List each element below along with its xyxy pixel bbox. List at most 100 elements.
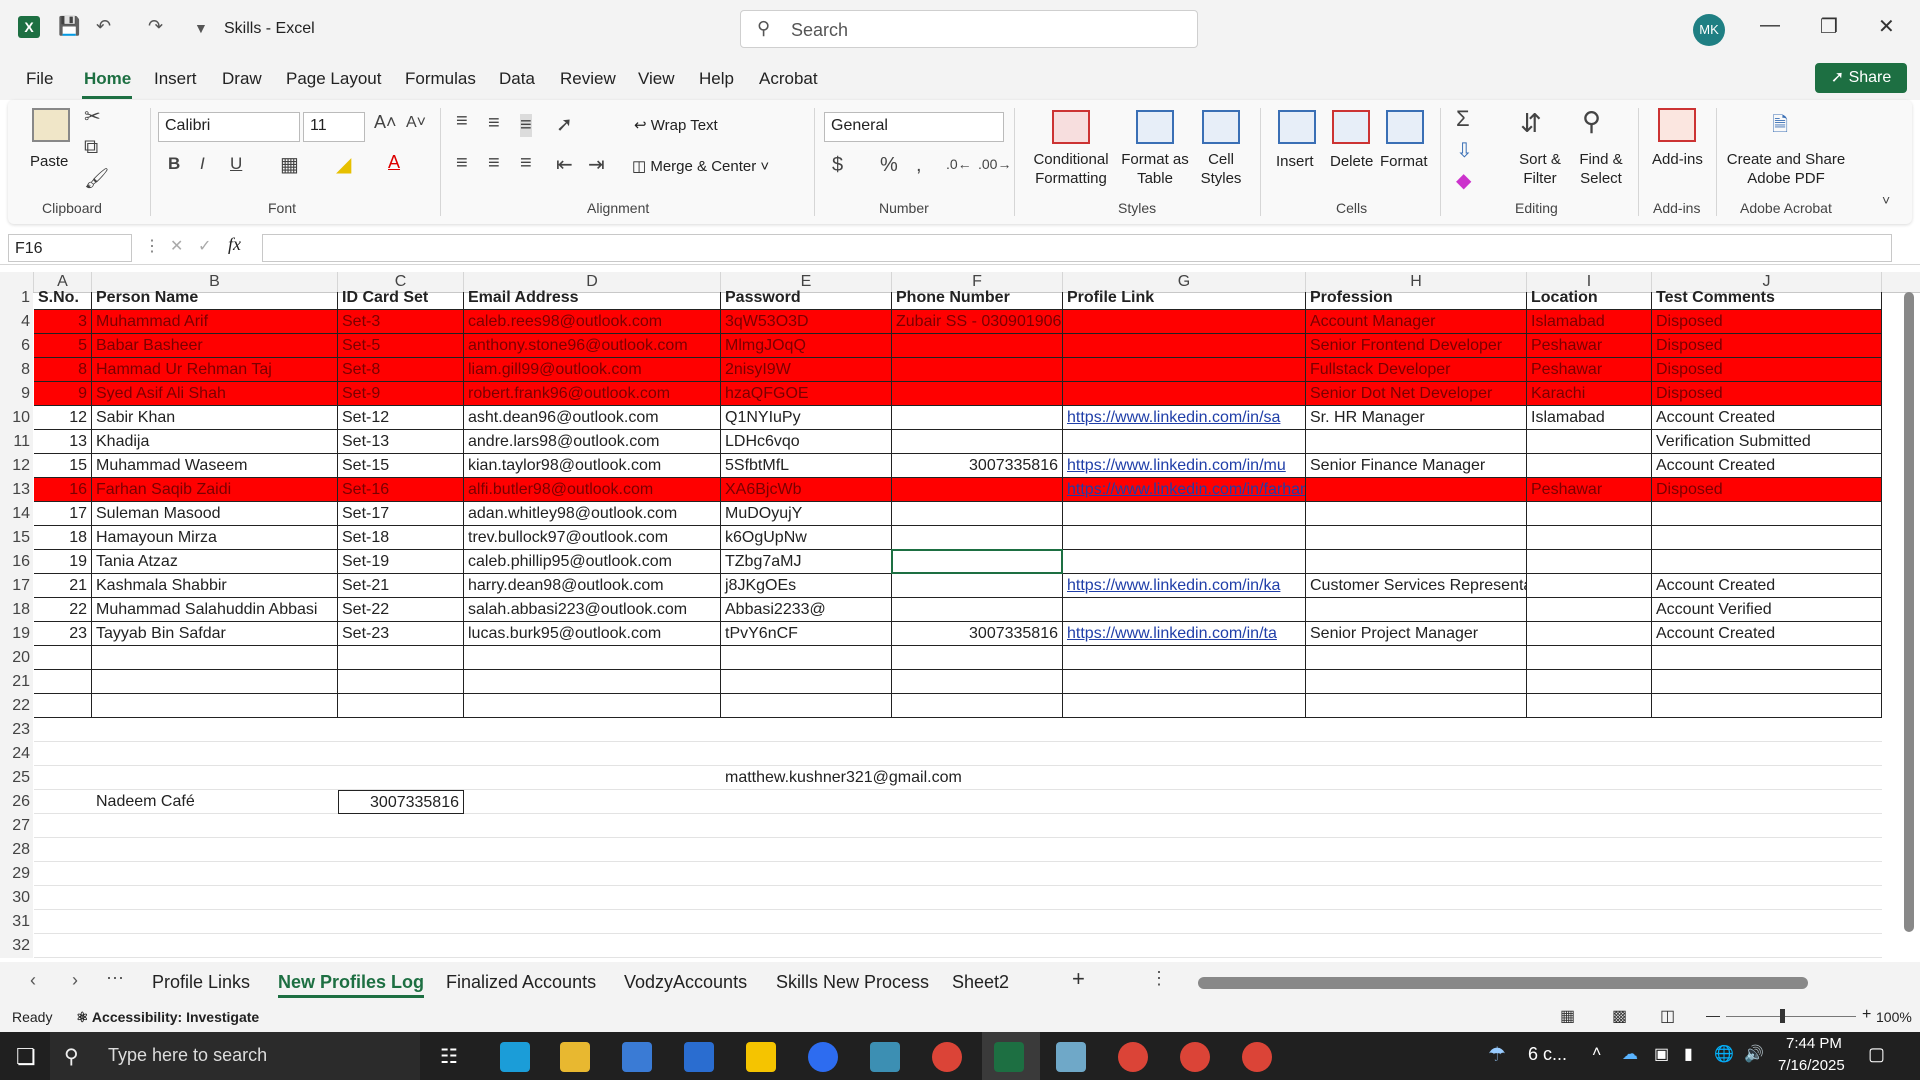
sheet-tab-vodzyaccounts[interactable]: VodzyAccounts [624, 972, 747, 993]
cell-i[interactable] [1527, 694, 1652, 718]
vertical-scrollbar[interactable] [1904, 292, 1914, 932]
store-icon[interactable] [622, 1042, 652, 1072]
cell-h[interactable]: Fullstack Developer [1306, 358, 1527, 382]
increase-decimal-icon[interactable]: .0← [946, 156, 972, 172]
number-format-select[interactable]: General [824, 112, 1004, 142]
bold-icon[interactable]: B [168, 154, 180, 174]
format-cells-label[interactable]: Format [1380, 152, 1428, 171]
format-as-table-label[interactable]: Format as Table [1118, 150, 1192, 188]
cell-e[interactable]: 2nisyI9W [721, 358, 892, 382]
cell-f[interactable] [892, 382, 1063, 406]
cell-j[interactable]: Account Created [1652, 574, 1882, 598]
cell-e[interactable]: 3qW53O3D [721, 310, 892, 334]
save-icon[interactable]: 💾 [58, 16, 80, 37]
cell-d[interactable]: adan.whitley98@outlook.com [464, 502, 721, 526]
cell-a[interactable]: 23 [34, 622, 92, 646]
tray-chevron-icon[interactable]: ˄ [1592, 1044, 1601, 1062]
copy-icon[interactable]: ⧉ [84, 136, 98, 159]
cell-i[interactable] [1527, 526, 1652, 550]
addins-label[interactable]: Add-ins [1652, 150, 1703, 169]
sticky-notes-icon[interactable] [746, 1042, 776, 1072]
cell-e[interactable]: Abbasi2233@ [721, 598, 892, 622]
cell-d[interactable]: asht.dean96@outlook.com [464, 406, 721, 430]
autosum-icon[interactable]: Σ [1456, 106, 1470, 132]
align-top-icon[interactable]: ≡ [456, 110, 468, 133]
task-view-icon[interactable]: ☷ [440, 1044, 458, 1069]
cell-f[interactable]: 3007335816 [892, 622, 1063, 646]
cell-d[interactable] [464, 670, 721, 694]
zoom-slider[interactable] [1726, 1016, 1856, 1017]
paste-label[interactable]: Paste [30, 152, 68, 171]
cell-b[interactable]: Sabir Khan [92, 406, 338, 430]
cell-c[interactable]: Set-13 [338, 430, 464, 454]
align-middle-icon[interactable]: ≡ [488, 112, 500, 135]
cell-j[interactable]: Account Created [1652, 406, 1882, 430]
menu-review[interactable]: Review [560, 69, 616, 89]
search-box[interactable]: ⚲ Search [740, 10, 1198, 48]
addins-icon[interactable] [1658, 108, 1696, 142]
volume-icon[interactable]: 🔊 [1744, 1044, 1764, 1064]
menu-acrobat[interactable]: Acrobat [759, 69, 818, 89]
zoom-in-icon[interactable]: + [1862, 1006, 1871, 1024]
column-header-a[interactable]: A [34, 272, 92, 292]
menu-data[interactable]: Data [499, 69, 535, 89]
cell-d[interactable]: trev.bullock97@outlook.com [464, 526, 721, 550]
cell-c[interactable]: Set-16 [338, 478, 464, 502]
cell-d[interactable]: salah.abbasi223@outlook.com [464, 598, 721, 622]
orientation-icon[interactable]: ➚ [556, 112, 573, 137]
app-icon[interactable] [1056, 1042, 1086, 1072]
cell-f[interactable] [892, 526, 1063, 550]
cell-h[interactable] [1306, 478, 1527, 502]
row-header[interactable]: 30 [0, 886, 33, 910]
cell-e[interactable] [721, 694, 892, 718]
row-header[interactable]: 24 [0, 742, 33, 766]
cell-e[interactable]: matthew.kushner321@gmail.com [721, 766, 1021, 790]
maximize-icon[interactable]: ❐ [1820, 14, 1838, 39]
cell-e[interactable]: k6OgUpNw [721, 526, 892, 550]
row-header[interactable]: 32 [0, 934, 33, 958]
cell-b[interactable]: Tania Atzaz [92, 550, 338, 574]
cell-b[interactable]: Muhammad Arif [92, 310, 338, 334]
cell-e[interactable]: MlmgJOqQ [721, 334, 892, 358]
cell-g[interactable] [1063, 694, 1306, 718]
zoom-level[interactable]: 100% [1876, 1009, 1912, 1025]
cell-c[interactable]: Set-3 [338, 310, 464, 334]
cancel-entry-icon[interactable]: ✕ [170, 236, 183, 256]
cell-h[interactable]: Customer Services Representative [1306, 574, 1527, 598]
borders-icon[interactable]: ▦ [280, 152, 299, 177]
avatar[interactable]: MK [1693, 14, 1725, 46]
column-header-g[interactable]: G [1063, 272, 1306, 292]
cell-g[interactable] [1063, 550, 1306, 574]
row-header[interactable]: 8 [0, 358, 33, 382]
cell-e[interactable]: hzaQFGOE [721, 382, 892, 406]
sort-filter-label[interactable]: Sort & Filter [1512, 150, 1568, 188]
weather-text[interactable]: 6 c... [1528, 1044, 1567, 1065]
cell-a[interactable]: 18 [34, 526, 92, 550]
cell-j[interactable] [1652, 526, 1882, 550]
menu-help[interactable]: Help [699, 69, 734, 89]
insert-cells-label[interactable]: Insert [1276, 152, 1314, 171]
cell-d[interactable]: alfi.butler98@outlook.com [464, 478, 721, 502]
chrome-icon[interactable] [1242, 1042, 1272, 1072]
cell-i[interactable] [1527, 574, 1652, 598]
cell-a[interactable] [34, 646, 92, 670]
taskbar-search[interactable]: ⚲ Type here to search [50, 1032, 420, 1080]
cell-j[interactable]: Disposed [1652, 310, 1882, 334]
format-as-table-icon[interactable] [1136, 110, 1174, 144]
cell-h[interactable]: Sr. HR Manager [1306, 406, 1527, 430]
row-header[interactable]: 17 [0, 574, 33, 598]
cell-b[interactable]: Muhammad Salahuddin Abbasi [92, 598, 338, 622]
cell-h[interactable]: Account Manager [1306, 310, 1527, 334]
cell-a[interactable]: 16 [34, 478, 92, 502]
wrap-text-button[interactable]: ↩ Wrap Text [634, 116, 718, 135]
zoom-slider-thumb[interactable] [1780, 1009, 1785, 1023]
cell-c[interactable] [338, 646, 464, 670]
page-break-view-icon[interactable]: ◫ [1660, 1006, 1675, 1026]
decrease-decimal-icon[interactable]: .00→ [978, 156, 1011, 172]
row-header[interactable]: 10 [0, 406, 33, 430]
cell-i[interactable]: Karachi [1527, 382, 1652, 406]
cell-d[interactable]: robert.frank96@outlook.com [464, 382, 721, 406]
cell-j[interactable] [1652, 502, 1882, 526]
format-cells-icon[interactable] [1386, 110, 1424, 144]
more-sheets-icon[interactable]: ⋯ [106, 968, 124, 989]
